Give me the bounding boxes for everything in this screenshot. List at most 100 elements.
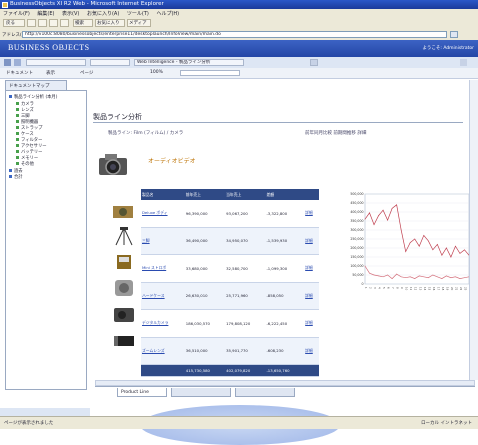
series-point (450, 256, 452, 258)
table-total-row: 415,730,580 402,079,820 -13,650,760 (141, 364, 319, 377)
series-point (373, 224, 375, 225)
media-button[interactable]: メディア (127, 19, 151, 27)
x-tick-label: 12 (414, 287, 418, 291)
table-cell (141, 364, 185, 377)
column-header[interactable]: 製品名 (141, 189, 185, 200)
y-tick-label: 0 (361, 282, 363, 286)
digital-camera-image (114, 308, 134, 322)
menu-edit[interactable]: 編集(E) (37, 10, 54, 17)
series-point (423, 235, 425, 236)
column-header[interactable]: 当年売上 (225, 189, 266, 200)
document-list-icon[interactable] (14, 59, 21, 66)
flash-image (117, 255, 131, 269)
series-point (369, 212, 370, 214)
address-input[interactable]: http://v100c:8080/businessobjects/enterp… (22, 31, 447, 38)
search-button[interactable]: 検索 (73, 19, 93, 27)
go-button[interactable] (450, 31, 458, 38)
table-row: Mini ストロボ 33,680,000 32,580,700 -1,099,3… (141, 254, 319, 283)
document-menu[interactable]: ドキュメント (6, 70, 33, 76)
table-row: Deluxe ボディ 96,390,000 93,067,200 -3,322,… (141, 200, 319, 228)
menu-favorites[interactable]: お気に入り(A) (87, 10, 119, 17)
page-input[interactable] (180, 70, 240, 76)
series-point (378, 275, 379, 277)
table-cell: 179,808,120 (225, 309, 266, 338)
tab-sheet2[interactable]: Sheet2 (171, 388, 231, 397)
y-tick-label: 450,000 (350, 201, 363, 205)
product-name-link[interactable]: Mini ストロボ (141, 254, 185, 283)
product-name-link[interactable]: ハードケース (141, 282, 185, 310)
column-header[interactable]: 前年売上 (184, 189, 226, 200)
series-point (427, 240, 429, 242)
report-links[interactable]: 前年同月比較 前期間推移 詳細 (305, 130, 366, 136)
refresh-button[interactable] (49, 19, 58, 27)
tree-item-root[interactable]: 製品ライン分析 (本月) (9, 94, 57, 100)
home-icon[interactable] (4, 59, 11, 66)
detail-link[interactable]: 詳細 (304, 282, 319, 310)
series-point (441, 254, 443, 256)
product-heading: オーディオビデオ (148, 158, 196, 165)
column-header[interactable]: 差額 (265, 189, 305, 200)
page-nav[interactable]: ページ (80, 70, 93, 76)
help-icon[interactable] (460, 59, 467, 66)
detail-link[interactable]: 詳細 (304, 254, 319, 283)
detail-link[interactable]: 詳細 (304, 337, 319, 365)
series-point (364, 218, 366, 220)
table-row: ハードケース 26,630,010 25,771,960 -858,050 詳細 (141, 282, 319, 310)
x-tick-label: 21 (454, 287, 458, 291)
status-text: ページが表示されました (4, 421, 54, 426)
report-subtitle: 製品ライン: Film (フィルム) / カメラ (108, 131, 184, 136)
tab-sheet3[interactable]: Sheet3 (235, 388, 295, 397)
series-point (391, 278, 393, 279)
menu-tools[interactable]: ツール(T) (127, 10, 149, 17)
vertical-scrollbar[interactable] (469, 80, 478, 380)
series-point (464, 249, 465, 251)
open-document-chip[interactable] (26, 59, 86, 66)
series-point (414, 278, 416, 279)
series-point (423, 276, 425, 278)
back-button[interactable]: 戻る (3, 19, 25, 27)
favorites-button[interactable]: お気に入り (95, 19, 125, 27)
total-cell: -13,650,760 (265, 364, 305, 377)
series-point (459, 278, 461, 279)
product-name-link[interactable]: ズームレンズ (141, 337, 185, 365)
tree-item[interactable]: その他 (16, 161, 34, 167)
report-toolbar: ドキュメント 表示 ページ 100% (0, 68, 478, 79)
dropdown-icon[interactable] (310, 59, 318, 66)
y-tick-label: 250,000 (350, 237, 363, 241)
x-tick-label: 11 (409, 287, 413, 291)
document-tab[interactable]: Web Intelligence - 製品ライン分析 (134, 59, 244, 66)
detail-link[interactable]: 詳細 (304, 227, 319, 255)
table-cell: 186,030,570 (184, 309, 226, 338)
menu-help[interactable]: ヘルプ(H) (156, 10, 179, 17)
stop-button[interactable] (38, 19, 47, 27)
forward-button[interactable] (27, 19, 36, 27)
product-name-link[interactable]: デジタルカメラ (141, 309, 185, 338)
menu-file[interactable]: ファイル(F) (3, 10, 30, 17)
product-name-link[interactable]: Deluxe ボディ (141, 200, 185, 228)
series-point (455, 245, 456, 247)
table-cell: 26,630,010 (184, 282, 226, 310)
view-menu[interactable]: 表示 (46, 70, 55, 76)
history-chip[interactable] (90, 59, 130, 66)
series-point (405, 277, 407, 279)
y-tick-label: 150,000 (350, 255, 363, 259)
series-point (400, 229, 402, 231)
y-tick-label: 350,000 (350, 219, 363, 223)
table-cell: 25,771,960 (225, 282, 266, 310)
table-row: デジタルカメラ 186,030,570 179,808,120 -6,222,4… (141, 309, 319, 338)
ie-icon (2, 1, 8, 8)
product-name-link[interactable]: 三脚 (141, 227, 185, 255)
tab-product-line[interactable]: Product Line (117, 388, 167, 397)
detail-link[interactable]: 詳細 (304, 200, 319, 228)
tree-item-total[interactable]: 合計 (9, 174, 23, 180)
menu-view[interactable]: 表示(V) (62, 10, 79, 17)
window-titlebar: BusinessObjects XI R2 Web - Microsoft In… (0, 0, 478, 9)
series-point (369, 272, 370, 274)
detail-link[interactable]: 詳細 (304, 309, 319, 338)
document-map-panel: 製品ライン分析 (本月) カメラ レンズ 三脚 照明機器 ストラップ ケース フ… (5, 90, 87, 390)
table-cell: -1,539,930 (265, 227, 305, 255)
document-map-tab[interactable]: ドキュメントマップ (5, 80, 67, 90)
home-button[interactable] (60, 19, 69, 27)
series-point (373, 274, 375, 276)
zoom-level[interactable]: 100% (150, 70, 163, 75)
